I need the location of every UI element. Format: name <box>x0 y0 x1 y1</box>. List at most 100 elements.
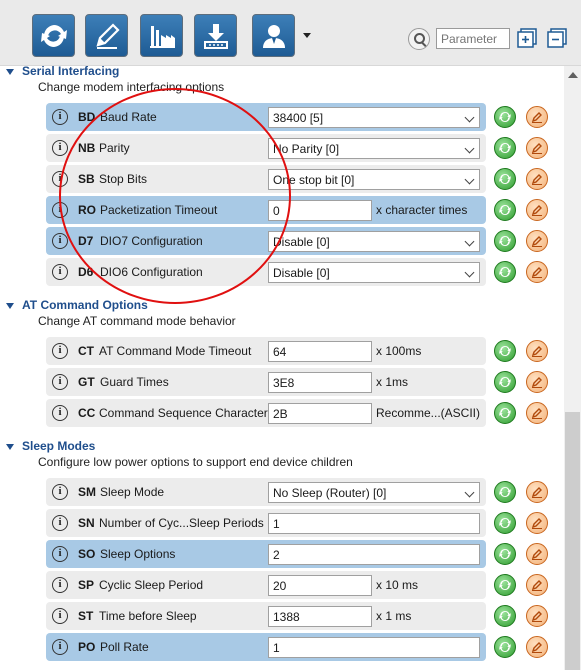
write-setting-button[interactable] <box>526 230 548 252</box>
scroll-up-arrow-icon[interactable] <box>568 72 578 78</box>
search-icon[interactable] <box>408 28 430 50</box>
setting-input[interactable]: 3E8 <box>268 372 372 393</box>
setting-row-d6[interactable]: i D6 DIO6 Configuration Disable [0] <box>46 258 486 286</box>
download-button[interactable] <box>194 14 237 57</box>
read-setting-button[interactable] <box>494 402 516 424</box>
write-setting-button[interactable] <box>526 574 548 596</box>
pencil-icon <box>531 518 542 529</box>
setting-input[interactable]: 20 <box>268 575 372 596</box>
read-setting-button[interactable] <box>494 137 516 159</box>
setting-row-so[interactable]: i SO Sleep Options 2 <box>46 540 486 568</box>
read-setting-button[interactable] <box>494 574 516 596</box>
read-setting-button[interactable] <box>494 261 516 283</box>
setting-row-ro[interactable]: i RO Packetization Timeout 0 x character tim… <box>46 196 486 224</box>
setting-input[interactable]: 2 <box>268 544 480 565</box>
setting-input[interactable]: 1388 <box>268 606 372 627</box>
write-setting-button[interactable] <box>526 106 548 128</box>
setting-row-po[interactable]: i PO Poll Rate 1 <box>46 633 486 661</box>
setting-row-sm[interactable]: i SM Sleep Mode No Sleep (Router) [0] <box>46 478 486 506</box>
setting-name: Number of Cyc...Sleep Periods <box>99 516 264 530</box>
write-setting-button[interactable] <box>526 402 548 424</box>
section-collapse-icon[interactable] <box>6 444 14 450</box>
info-icon[interactable]: i <box>52 264 68 280</box>
write-setting-button[interactable] <box>526 543 548 565</box>
write-setting-button[interactable] <box>526 481 548 503</box>
info-icon[interactable]: i <box>52 109 68 125</box>
write-setting-button[interactable] <box>526 261 548 283</box>
setting-row-ct[interactable]: i CT AT Command Mode Timeout 64 x 100ms <box>46 337 486 365</box>
info-icon[interactable]: i <box>52 577 68 593</box>
read-setting-button[interactable] <box>494 340 516 362</box>
write-setting-button[interactable] <box>526 636 548 658</box>
setting-row-st[interactable]: i ST Time before Sleep 1388 x 1 ms <box>46 602 486 630</box>
section-title[interactable]: Serial Interfacing <box>22 64 119 78</box>
scroll-thumb[interactable] <box>565 412 580 670</box>
info-icon[interactable]: i <box>52 374 68 390</box>
read-setting-button[interactable] <box>494 199 516 221</box>
setting-input[interactable]: 64 <box>268 341 372 362</box>
collapse-all-icon[interactable] <box>547 28 567 48</box>
refresh-icon <box>499 407 511 419</box>
read-setting-button[interactable] <box>494 636 516 658</box>
read-setting-button[interactable] <box>494 371 516 393</box>
write-setting-button[interactable] <box>526 512 548 534</box>
setting-input[interactable]: 1 <box>268 637 480 658</box>
read-setting-button[interactable] <box>494 106 516 128</box>
pencil-icon <box>531 580 542 591</box>
chevron-down-icon[interactable] <box>303 33 311 38</box>
setting-row-sp[interactable]: i SP Cyclic Sleep Period 20 x 10 ms <box>46 571 486 599</box>
setting-row-bd[interactable]: i BD Baud Rate 38400 [5] <box>46 103 486 131</box>
info-icon[interactable]: i <box>52 343 68 359</box>
info-icon[interactable]: i <box>52 171 68 187</box>
info-icon[interactable]: i <box>52 639 68 655</box>
section-title[interactable]: AT Command Options <box>22 298 148 312</box>
expand-all-icon[interactable] <box>517 28 537 48</box>
write-setting-button[interactable] <box>526 371 548 393</box>
setting-input[interactable]: 1 <box>268 513 480 534</box>
write-setting-button[interactable] <box>526 340 548 362</box>
read-setting-button[interactable] <box>494 543 516 565</box>
parameter-search-input[interactable] <box>436 28 510 49</box>
section-collapse-icon[interactable] <box>6 69 14 75</box>
setting-select[interactable]: Disable [0] <box>268 231 480 252</box>
info-icon[interactable]: i <box>52 233 68 249</box>
read-setting-button[interactable] <box>494 605 516 627</box>
refresh-button[interactable] <box>32 14 75 57</box>
setting-select[interactable]: One stop bit [0] <box>268 169 480 190</box>
setting-row-d7[interactable]: i D7 DIO7 Configuration Disable [0] <box>46 227 486 255</box>
write-setting-button[interactable] <box>526 168 548 190</box>
info-icon[interactable]: i <box>52 140 68 156</box>
edit-button[interactable] <box>85 14 128 57</box>
setting-select[interactable]: No Sleep (Router) [0] <box>268 482 480 503</box>
setting-input[interactable]: 2B <box>268 403 372 424</box>
info-icon[interactable]: i <box>52 405 68 421</box>
setting-row-gt[interactable]: i GT Guard Times 3E8 x 1ms <box>46 368 486 396</box>
setting-row-nb[interactable]: i NB Parity No Parity [0] <box>46 134 486 162</box>
profile-button[interactable] <box>252 14 295 57</box>
info-icon[interactable]: i <box>52 484 68 500</box>
setting-select[interactable]: Disable [0] <box>268 262 480 283</box>
info-icon[interactable]: i <box>52 515 68 531</box>
setting-row-sn[interactable]: i SN Number of Cyc...Sleep Periods 1 <box>46 509 486 537</box>
read-setting-button[interactable] <box>494 481 516 503</box>
factory-button[interactable] <box>140 14 183 57</box>
setting-name: Cyclic Sleep Period <box>99 578 204 592</box>
setting-input[interactable]: 0 <box>268 200 372 221</box>
read-setting-button[interactable] <box>494 230 516 252</box>
setting-select[interactable]: 38400 [5] <box>268 107 480 128</box>
setting-select[interactable]: No Parity [0] <box>268 138 480 159</box>
setting-row-cc[interactable]: i CC Command Sequence Character 2B Recomme..… <box>46 399 486 427</box>
setting-row-sb[interactable]: i SB Stop Bits One stop bit [0] <box>46 165 486 193</box>
write-setting-button[interactable] <box>526 605 548 627</box>
info-icon[interactable]: i <box>52 202 68 218</box>
info-icon[interactable]: i <box>52 608 68 624</box>
read-setting-button[interactable] <box>494 512 516 534</box>
write-setting-button[interactable] <box>526 137 548 159</box>
vertical-scrollbar[interactable] <box>564 66 581 670</box>
read-setting-button[interactable] <box>494 168 516 190</box>
write-setting-button[interactable] <box>526 199 548 221</box>
info-icon[interactable]: i <box>52 546 68 562</box>
section-collapse-icon[interactable] <box>6 303 14 309</box>
section-title[interactable]: Sleep Modes <box>22 439 95 453</box>
setting-code: RO <box>78 203 96 217</box>
